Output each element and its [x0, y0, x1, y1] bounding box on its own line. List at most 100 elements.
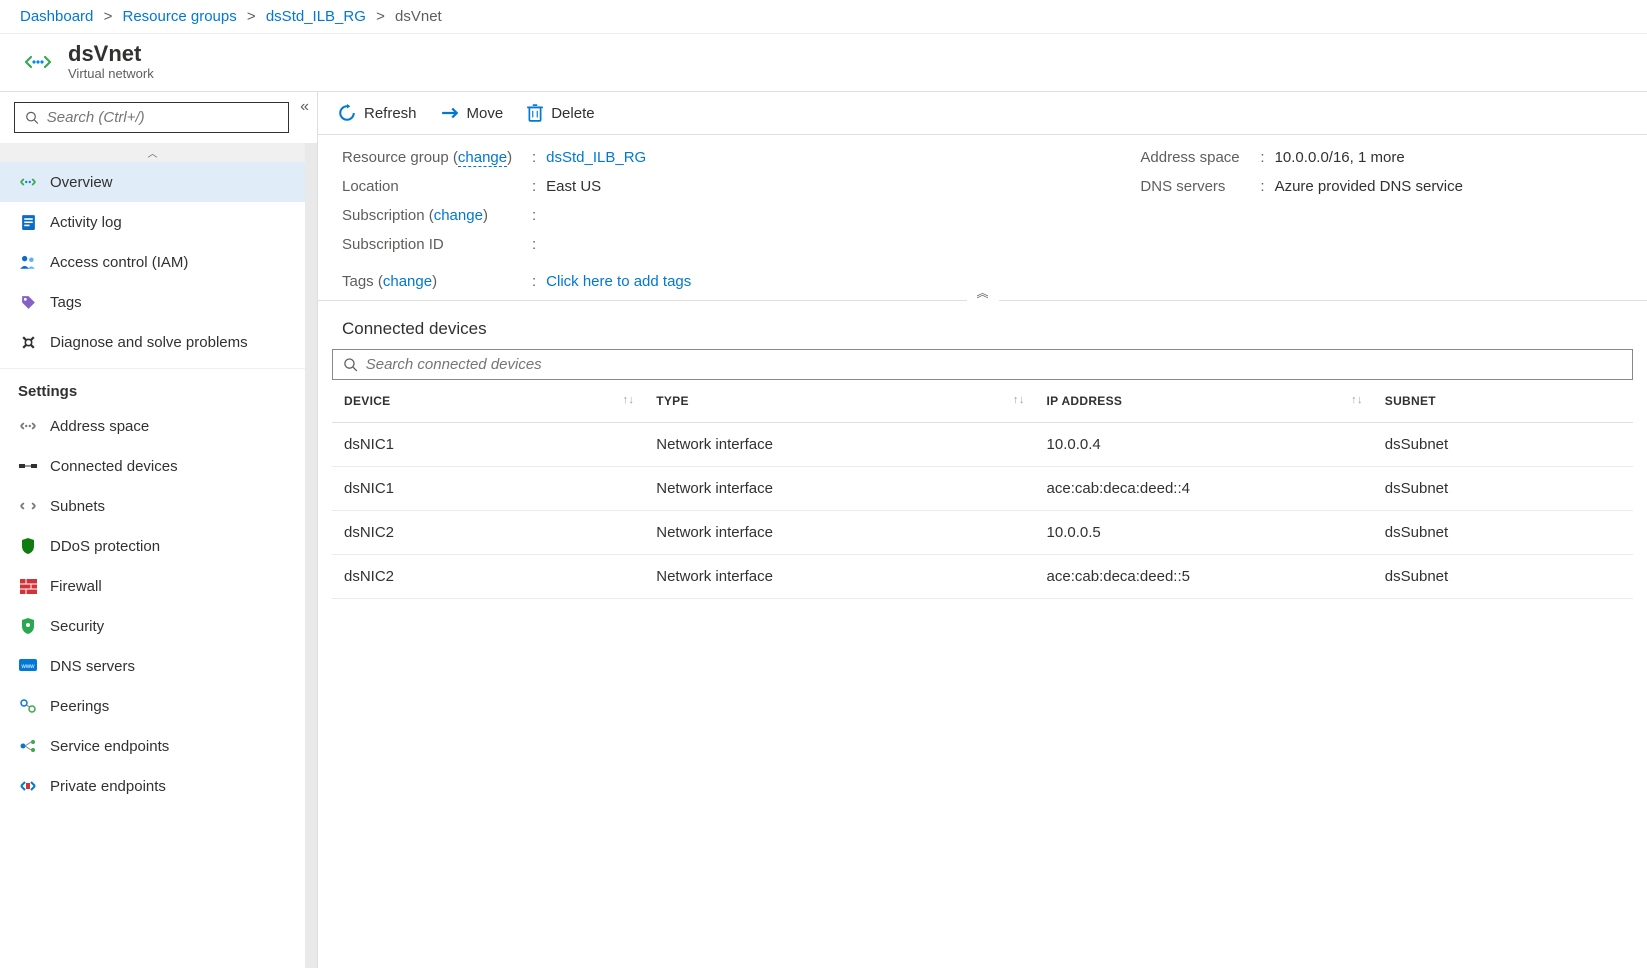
col-ip[interactable]: IP ADDRESS↑↓	[1035, 380, 1373, 423]
sidebar-collapse-icon[interactable]: «	[300, 98, 309, 116]
connected-devices-title: Connected devices	[318, 301, 1647, 345]
sidebar-item-tags[interactable]: Tags	[0, 282, 305, 322]
breadcrumb-sep: >	[247, 8, 256, 25]
sidebar-item-overview[interactable]: Overview	[0, 162, 305, 202]
sidebar-item-dns[interactable]: www DNS servers	[0, 646, 305, 686]
cell-device: dsNIC2	[332, 555, 644, 599]
table-row[interactable]: dsNIC2Network interface10.0.0.5dsSubnet	[332, 511, 1633, 555]
sidebar-item-ddos[interactable]: DDoS protection	[0, 526, 305, 566]
sidebar-item-peerings[interactable]: Peerings	[0, 686, 305, 726]
sidebar-item-address-space[interactable]: Address space	[0, 406, 305, 446]
page-subtitle: Virtual network	[68, 66, 154, 81]
private-endpoints-icon	[18, 776, 38, 796]
main-content: Refresh Move Delete Resource group (chan…	[318, 92, 1647, 968]
cell-subnet: dsSubnet	[1373, 423, 1633, 467]
move-icon	[441, 104, 459, 122]
sidebar-item-firewall[interactable]: Firewall	[0, 566, 305, 606]
change-subscription-link[interactable]: change	[434, 207, 483, 224]
scroll-up-icon[interactable]: ︿	[0, 143, 305, 162]
breadcrumb-link[interactable]: Resource groups	[123, 8, 237, 25]
cell-ip: ace:cab:deca:deed::4	[1035, 467, 1373, 511]
prop-label-dns: DNS servers	[1140, 178, 1260, 195]
sidebar-item-label: DNS servers	[50, 658, 135, 675]
sidebar-item-security[interactable]: Security	[0, 606, 305, 646]
shield-icon	[18, 616, 38, 636]
log-icon	[18, 212, 38, 232]
sidebar-item-activity-log[interactable]: Activity log	[0, 202, 305, 242]
prop-label-address-space: Address space	[1140, 149, 1260, 166]
cell-subnet: dsSubnet	[1373, 555, 1633, 599]
sidebar-item-label: Service endpoints	[50, 738, 169, 755]
prop-value-location: East US	[546, 178, 601, 195]
sidebar-item-subnets[interactable]: Subnets	[0, 486, 305, 526]
cell-ip: 10.0.0.4	[1035, 423, 1373, 467]
prop-label-tags: Tags (change)	[342, 273, 532, 290]
change-resource-group-link[interactable]: change	[458, 149, 507, 167]
refresh-icon	[338, 104, 356, 122]
sidebar-search-input[interactable]	[47, 109, 278, 126]
toolbar: Refresh Move Delete	[318, 92, 1647, 135]
delete-icon	[527, 104, 543, 122]
table-row[interactable]: dsNIC2Network interfaceace:cab:deca:deed…	[332, 555, 1633, 599]
cell-ip: 10.0.0.5	[1035, 511, 1373, 555]
sidebar: « ︿ Overview Activity log	[0, 92, 318, 968]
prop-value-resource-group[interactable]: dsStd_ILB_RG	[546, 149, 646, 166]
sidebar-item-label: DDoS protection	[50, 538, 160, 555]
address-space-icon	[18, 416, 38, 436]
devices-table: DEVICE↑↓ TYPE↑↓ IP ADDRESS↑↓ SUBNET dsNI…	[332, 380, 1633, 599]
sidebar-item-diagnose[interactable]: Diagnose and solve problems	[0, 322, 305, 362]
move-button[interactable]: Move	[441, 104, 504, 122]
breadcrumb-sep: >	[376, 8, 385, 25]
page-title: dsVnet	[68, 42, 154, 66]
toolbar-label: Refresh	[364, 105, 417, 122]
diagnose-icon	[18, 332, 38, 352]
cell-device: dsNIC1	[332, 467, 644, 511]
prop-value-dns: Azure provided DNS service	[1275, 178, 1463, 195]
breadcrumb: Dashboard > Resource groups > dsStd_ILB_…	[0, 0, 1647, 34]
tag-icon	[18, 292, 38, 312]
prop-value-address-space: 10.0.0.0/16, 1 more	[1275, 149, 1405, 166]
delete-button[interactable]: Delete	[527, 104, 594, 122]
sidebar-item-label: Subnets	[50, 498, 105, 515]
devices-search[interactable]	[332, 349, 1633, 380]
sidebar-item-label: Activity log	[50, 214, 122, 231]
prop-label-location: Location	[342, 178, 532, 195]
breadcrumb-sep: >	[104, 8, 113, 25]
peerings-icon	[18, 696, 38, 716]
change-tags-link[interactable]: change	[383, 273, 432, 290]
vnet-icon	[20, 44, 56, 80]
endpoints-icon	[18, 736, 38, 756]
firewall-icon	[18, 576, 38, 596]
table-row[interactable]: dsNIC1Network interfaceace:cab:deca:deed…	[332, 467, 1633, 511]
toolbar-label: Move	[467, 105, 504, 122]
sidebar-search[interactable]	[14, 102, 289, 133]
sidebar-item-connected-devices[interactable]: Connected devices	[0, 446, 305, 486]
cell-type: Network interface	[644, 555, 1034, 599]
sidebar-item-label: Tags	[50, 294, 82, 311]
subnets-icon	[18, 496, 38, 516]
devices-search-input[interactable]	[366, 356, 1622, 373]
properties-panel: Resource group (change) : dsStd_ILB_RG L…	[318, 135, 1647, 301]
breadcrumb-link[interactable]: Dashboard	[20, 8, 93, 25]
toolbar-label: Delete	[551, 105, 594, 122]
sidebar-item-label: Address space	[50, 418, 149, 435]
sidebar-item-service-endpoints[interactable]: Service endpoints	[0, 726, 305, 766]
prop-label-subscription-id: Subscription ID	[342, 236, 532, 253]
sidebar-item-access-control[interactable]: Access control (IAM)	[0, 242, 305, 282]
table-row[interactable]: dsNIC1Network interface10.0.0.4dsSubnet	[332, 423, 1633, 467]
add-tags-link[interactable]: Click here to add tags	[546, 273, 691, 290]
sidebar-item-private-endpoints[interactable]: Private endpoints	[0, 766, 305, 806]
col-device[interactable]: DEVICE↑↓	[332, 380, 644, 423]
resource-header: dsVnet Virtual network	[0, 34, 1647, 92]
sort-icon: ↑↓	[623, 394, 635, 406]
search-icon	[25, 110, 39, 125]
refresh-button[interactable]: Refresh	[338, 104, 417, 122]
col-type[interactable]: TYPE↑↓	[644, 380, 1034, 423]
breadcrumb-link[interactable]: dsStd_ILB_RG	[266, 8, 366, 25]
col-subnet[interactable]: SUBNET	[1373, 380, 1633, 423]
sidebar-item-label: Diagnose and solve problems	[50, 334, 248, 351]
prop-label-subscription: Subscription (change)	[342, 207, 532, 224]
sort-icon: ↑↓	[1351, 394, 1363, 406]
sidebar-nav: ︿ Overview Activity log Access control (…	[0, 143, 317, 968]
collapse-properties-icon[interactable]: ︽	[966, 284, 998, 301]
